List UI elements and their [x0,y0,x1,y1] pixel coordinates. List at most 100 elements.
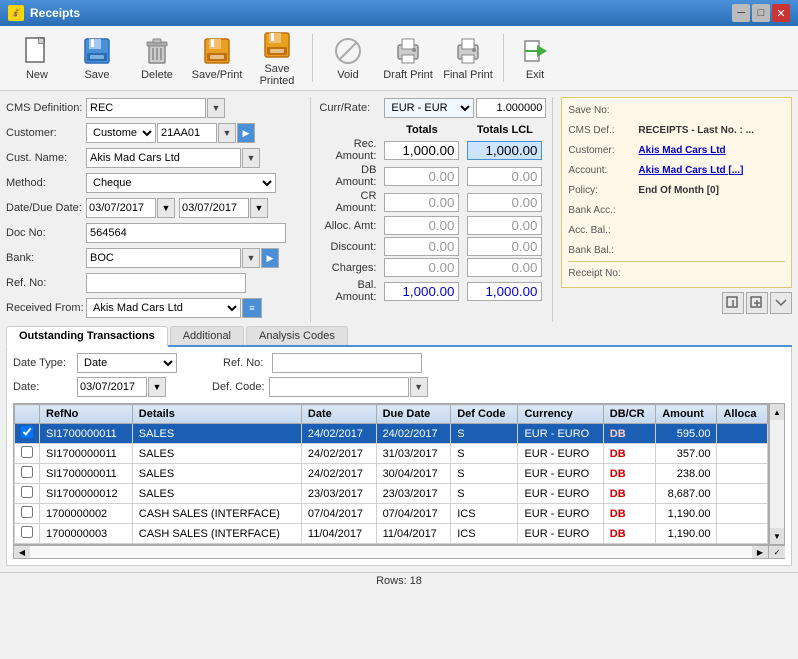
row-alloca [717,524,768,544]
method-select[interactable]: Cheque [86,173,276,193]
table-row[interactable]: 1700000002 CASH SALES (INTERFACE) 07/04/… [15,504,768,524]
new-button[interactable]: New [8,30,66,86]
row-date: 24/02/2017 [301,444,376,464]
table-row[interactable]: SI1700000011 SALES 24/02/2017 30/04/2017… [15,464,768,484]
date-cal-button[interactable]: ▼ [157,198,175,218]
bank-browse-button[interactable]: ▼ [242,248,260,268]
maximize-button[interactable]: □ [752,4,770,22]
row-details: SALES [132,484,301,504]
scroll-left-button[interactable]: ◀ [14,546,30,558]
data-table-wrapper[interactable]: RefNo Details Date Due Date Def Code Cur… [13,403,769,545]
date-input[interactable] [86,198,156,218]
scroll-up-button[interactable]: ▲ [770,404,784,420]
save-button[interactable]: Save [68,30,126,86]
row-def-code: ICS [451,524,518,544]
due-date-input[interactable] [179,198,249,218]
row-checkbox[interactable] [15,484,40,504]
bal-amount-lcl-input[interactable] [467,282,542,301]
cust-name-browse-button[interactable]: ▼ [242,148,260,168]
cms-def-browse-button[interactable]: ▼ [207,98,225,118]
curr-rate-label: Curr/Rate: [319,102,384,114]
filter-date-cal-button[interactable]: ▼ [148,377,166,397]
cust-name-label: Cust. Name: [6,152,86,164]
row-checkbox[interactable] [15,524,40,544]
bal-amount-input[interactable] [384,282,459,301]
cms-def-input[interactable] [86,98,206,118]
cust-name-input[interactable] [86,148,241,168]
curr-rate-input[interactable] [476,98,546,118]
doc-no-input[interactable] [86,223,286,243]
row-amount: 1,190.00 [656,504,717,524]
filter-def-code-browse-button[interactable]: ▼ [410,377,428,397]
customer-type-select[interactable]: Customer [86,123,156,143]
draft-print-icon [392,35,424,67]
filter-date-input[interactable] [77,377,147,397]
charges-lcl-input[interactable] [467,258,542,277]
info-policy-label: Policy: [568,185,638,196]
db-amount-input[interactable] [384,167,459,186]
filter-ref-no-input[interactable] [272,353,422,373]
date-type-select[interactable]: Date [77,353,177,373]
received-from-browse-button[interactable]: ≡ [242,298,262,318]
panel-btn-2[interactable] [746,292,768,314]
bank-input[interactable] [86,248,241,268]
delete-button[interactable]: Delete [128,30,186,86]
tab-outstanding[interactable]: Outstanding Transactions [6,326,168,347]
exit-button[interactable]: Exit [510,30,560,86]
table-row[interactable]: SI1700000011 SALES 24/02/2017 31/03/2017… [15,444,768,464]
void-button[interactable]: Void [319,30,377,86]
row-alloca [717,504,768,524]
toolbar-separator [312,34,313,82]
alloc-amt-input[interactable] [384,216,459,235]
panel-btn-1[interactable] [722,292,744,314]
panel-btn-3[interactable] [770,292,792,314]
table-corner-button[interactable]: ✓ [769,546,785,558]
rec-amount-lcl-input[interactable] [467,141,542,160]
scroll-down-button[interactable]: ▼ [770,528,784,544]
row-due-date: 23/03/2017 [376,484,451,504]
scroll-right-button[interactable]: ▶ [752,546,768,558]
customer-code-input[interactable] [157,123,217,143]
ref-no-input[interactable] [86,273,246,293]
discount-lcl-input[interactable] [467,237,542,256]
cr-amount-input[interactable] [384,193,459,212]
tab-additional[interactable]: Additional [170,326,244,345]
cr-amount-lcl-input[interactable] [467,193,542,212]
close-button[interactable]: ✕ [772,4,790,22]
rec-amount-input[interactable] [384,141,459,160]
bank-arrow-button[interactable]: ▶ [261,248,279,268]
minimize-button[interactable]: ─ [732,4,750,22]
db-amount-lcl-input[interactable] [467,167,542,186]
customer-browse-button[interactable]: ▼ [218,123,236,143]
row-date: 11/04/2017 [301,524,376,544]
table-row[interactable]: SI1700000011 SALES 24/02/2017 24/02/2017… [15,424,768,444]
tab-analysis[interactable]: Analysis Codes [246,326,348,345]
row-refno: SI1700000011 [40,444,133,464]
row-checkbox[interactable] [15,464,40,484]
draft-print-button[interactable]: Draft Print [379,30,437,86]
final-print-button[interactable]: Final Print [439,30,497,86]
row-date: 23/03/2017 [301,484,376,504]
row-checkbox[interactable] [15,504,40,524]
table-row[interactable]: SI1700000012 SALES 23/03/2017 23/03/2017… [15,484,768,504]
currency-select[interactable]: EUR - EUR [384,98,474,118]
info-customer-value[interactable]: Akis Mad Cars Ltd [638,145,725,156]
new-icon [21,35,53,67]
save-printed-button[interactable]: Save Printed [248,30,306,86]
table-row[interactable]: 1700000003 CASH SALES (INTERFACE) 11/04/… [15,524,768,544]
save-print-button[interactable]: Save/Print [188,30,246,86]
received-from-select[interactable]: Akis Mad Cars Ltd [86,298,241,318]
discount-input[interactable] [384,237,459,256]
info-account-value[interactable]: Akis Mad Cars Ltd [...] [638,165,743,176]
row-amount: 238.00 [656,464,717,484]
h-scrollbar[interactable]: ◀ ▶ ✓ [13,545,785,559]
save-print-icon [201,35,233,67]
charges-input[interactable] [384,258,459,277]
due-date-cal-button[interactable]: ▼ [250,198,268,218]
row-checkbox[interactable] [15,444,40,464]
customer-arrow-button[interactable]: ▶ [237,123,255,143]
table-scrollbar[interactable]: ▲ ▼ [769,403,785,545]
filter-def-code-input[interactable] [269,377,409,397]
row-checkbox[interactable] [15,424,40,444]
alloc-amt-lcl-input[interactable] [467,216,542,235]
